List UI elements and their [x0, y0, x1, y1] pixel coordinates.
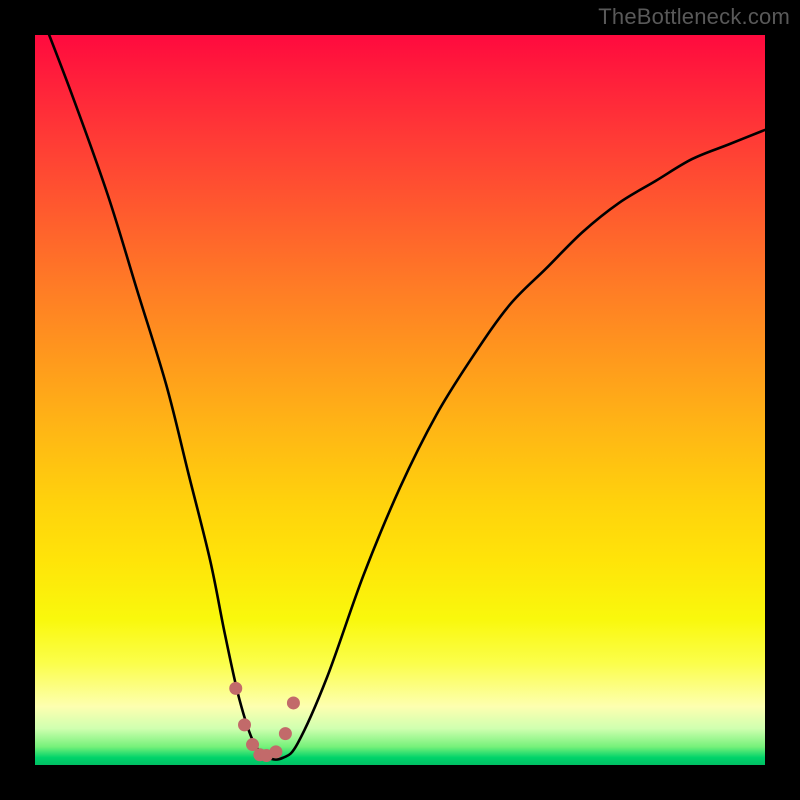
optimum-marker [287, 697, 299, 709]
curve-svg [35, 35, 765, 765]
optimum-marker [230, 682, 242, 694]
optimum-marker [247, 739, 259, 751]
watermark-text: TheBottleneck.com [598, 4, 790, 30]
optimum-marker [279, 728, 291, 740]
optimum-markers [230, 682, 300, 761]
chart-root: TheBottleneck.com [0, 0, 800, 800]
optimum-marker [239, 719, 251, 731]
optimum-marker [270, 746, 282, 758]
plot-area [35, 35, 765, 765]
bottleneck-curve [35, 35, 765, 760]
